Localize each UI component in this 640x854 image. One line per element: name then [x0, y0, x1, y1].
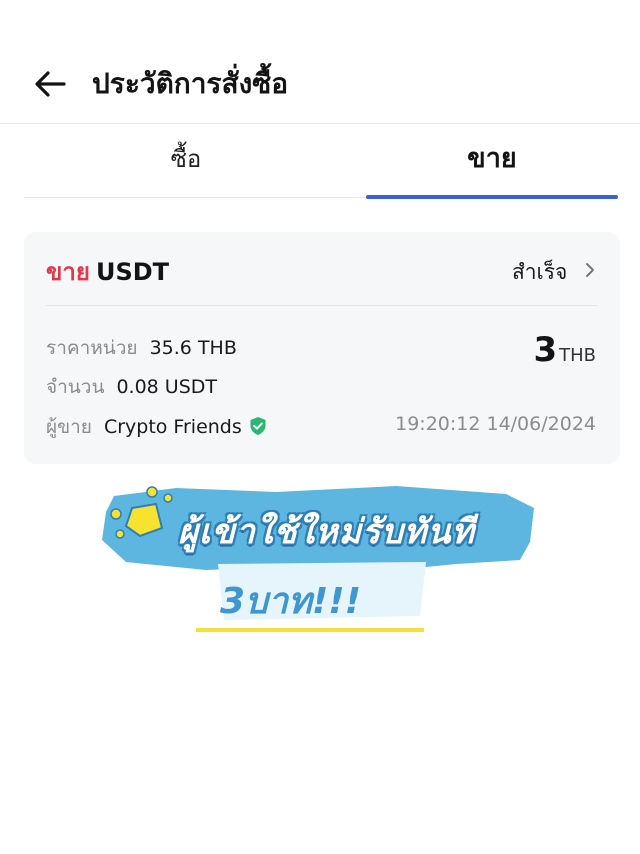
tab-buy[interactable]: ซื้อ — [60, 124, 312, 198]
total-amount-value: 3 — [533, 330, 558, 370]
promo-sticker: ผู้เข้าใช้ใหม่รับทันที 3บาท!!! — [96, 478, 536, 638]
quantity-value: 0.08 USDT — [116, 376, 218, 398]
seller-name[interactable]: Crypto Friends — [104, 416, 242, 438]
order-coin-label: USDT — [95, 258, 170, 286]
card-divider — [46, 305, 598, 306]
seller-label: ผู้ขาย — [46, 416, 92, 438]
tab-sell[interactable]: ขาย — [366, 124, 618, 198]
order-timestamp: 19:20:12 14/06/2024 — [395, 413, 596, 435]
order-title: ขาย USDT — [46, 254, 169, 290]
back-button[interactable] — [30, 64, 70, 104]
order-side-tabs: ซื้อ ขาย — [24, 124, 618, 199]
order-status-text: สำเร็จ — [511, 260, 568, 284]
promo-headline: ผู้เข้าใช้ใหม่รับทันที — [178, 512, 475, 552]
promo-amount: 3บาท!!! — [220, 581, 362, 622]
order-card[interactable]: ขาย USDT สำเร็จ ราคาหน่วย 35.6 THB จำนวน 0.… — [24, 232, 620, 464]
order-side-label: ขาย — [46, 258, 90, 286]
total-amount: 3 THB — [533, 330, 596, 376]
active-tab-indicator — [366, 195, 618, 199]
unit-price-row: ราคาหน่วย 35.6 THB — [46, 334, 237, 362]
unit-price-value: 35.6 THB — [149, 337, 237, 359]
unit-price-label: ราคาหน่วย — [46, 337, 138, 359]
total-amount-currency: THB — [559, 345, 596, 366]
order-status[interactable]: สำเร็จ — [512, 254, 596, 290]
arrow-left-icon — [35, 71, 66, 97]
quantity-label: จำนวน — [46, 376, 105, 398]
header-bar: ประวัติการสั่งซื้อ — [0, 0, 640, 124]
page-title: ประวัติการสั่งซื้อ — [92, 67, 289, 100]
quantity-row: จำนวน 0.08 USDT — [46, 373, 217, 401]
chevron-right-icon — [584, 254, 596, 290]
seller-row: ผู้ขาย Crypto Friends — [46, 413, 268, 441]
verified-shield-icon — [248, 416, 268, 436]
